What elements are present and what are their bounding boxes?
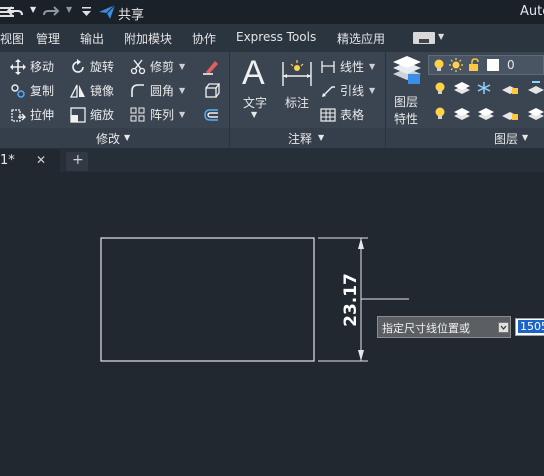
command-tooltip: 指定尺寸线位置或 (377, 316, 511, 338)
dynamic-input-field[interactable]: 1505 (515, 318, 544, 336)
dimension-text: 23.17 (341, 273, 361, 327)
drawing-geometry: 23.17 (100, 237, 409, 362)
tooltip-options-icon[interactable] (498, 322, 509, 333)
rectangle-shape (100, 237, 315, 362)
dimension-arrow-bottom (358, 350, 364, 361)
tooltip-prompt: 指定尺寸线位置或 (382, 322, 470, 335)
dimension-arrow-top (358, 238, 364, 249)
dynamic-input-value: 1505 (518, 320, 544, 333)
